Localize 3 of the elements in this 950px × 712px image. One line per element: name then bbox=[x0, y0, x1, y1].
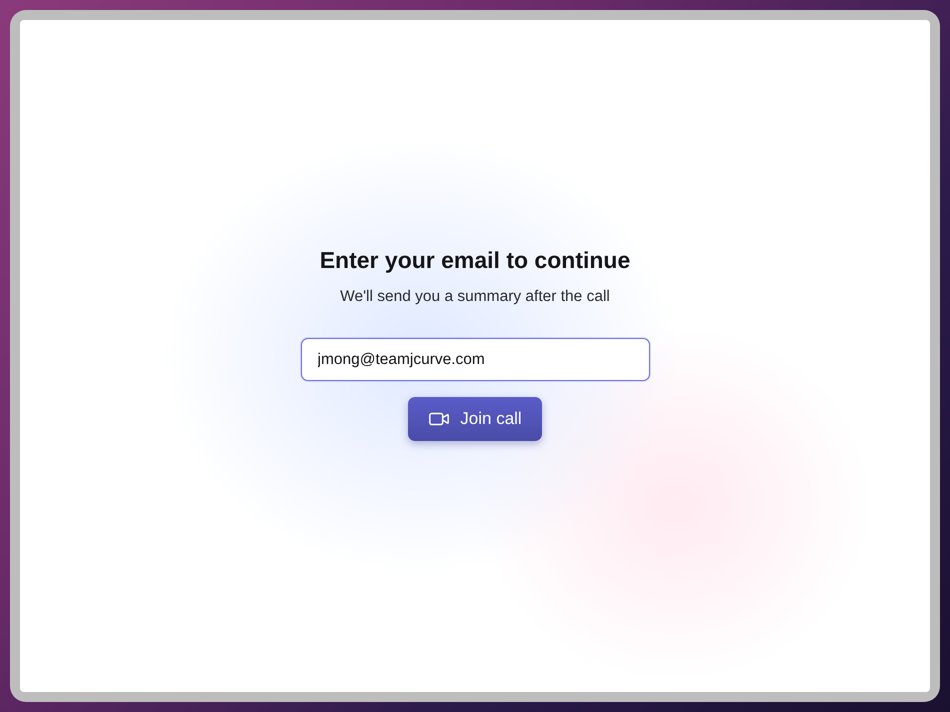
subtitle: We'll send you a summary after the call bbox=[340, 288, 610, 306]
heading: Enter your email to continue bbox=[320, 247, 630, 274]
join-call-button[interactable]: Join call bbox=[408, 397, 542, 441]
